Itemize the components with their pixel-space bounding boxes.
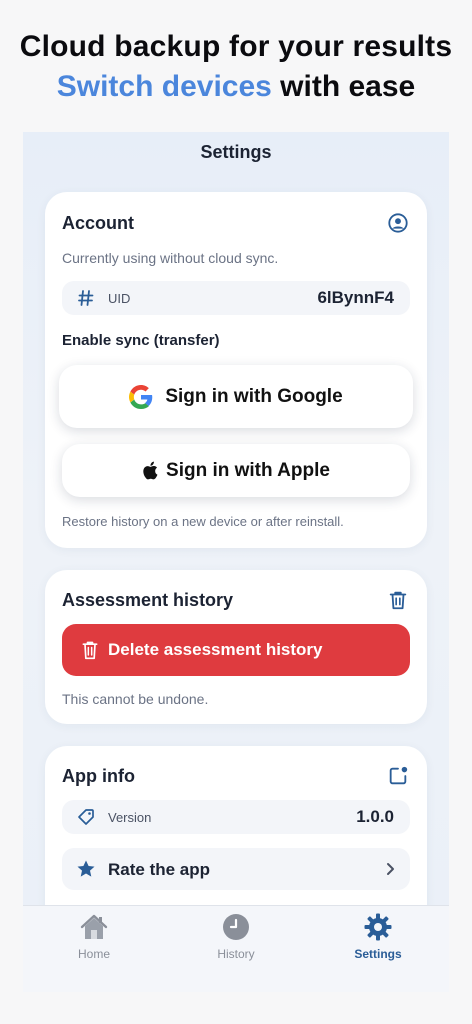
tab-settings[interactable]: Settings xyxy=(328,912,428,961)
notification-square-icon[interactable] xyxy=(387,765,409,787)
version-label: Version xyxy=(108,810,152,825)
sync-heading: Enable sync (transfer) xyxy=(62,332,220,349)
home-icon xyxy=(80,914,108,939)
promo-line-2: Switch devices with ease xyxy=(0,70,472,104)
history-note: This cannot be undone. xyxy=(62,691,209,707)
phone-screen: Settings Account Currently using without… xyxy=(23,132,449,992)
rate-app-label: Rate the app xyxy=(108,860,211,879)
apple-signin-button[interactable]: Sign in with Apple xyxy=(62,444,410,497)
chevron-right-icon xyxy=(387,863,394,875)
history-card: Assessment history Delete assessment his… xyxy=(45,570,427,724)
promo-rest-text: with ease xyxy=(271,70,416,103)
hash-icon xyxy=(78,290,94,306)
tab-bar: Home History Settings xyxy=(23,905,449,992)
tab-history[interactable]: History xyxy=(186,912,286,961)
delete-history-button[interactable]: Delete assessment history xyxy=(62,624,410,676)
version-value: 1.0.0 xyxy=(356,807,394,826)
account-card: Account Currently using without cloud sy… xyxy=(45,192,427,548)
user-circle-icon[interactable] xyxy=(387,212,409,234)
google-logo-icon xyxy=(129,384,153,409)
page-title: Settings xyxy=(200,142,272,162)
version-row: Version 1.0.0 xyxy=(62,800,410,834)
delete-history-label: Delete assessment history xyxy=(108,640,323,659)
google-signin-label: Sign in with Google xyxy=(165,385,343,407)
tab-settings-label: Settings xyxy=(354,947,402,961)
trash-icon[interactable] xyxy=(387,589,409,611)
clock-icon xyxy=(223,914,249,940)
account-status: Currently using without cloud sync. xyxy=(62,250,279,266)
google-signin-button[interactable]: Sign in with Google xyxy=(59,365,413,428)
tab-history-label: History xyxy=(217,947,255,961)
tag-icon xyxy=(78,809,94,825)
gear-icon xyxy=(364,913,392,941)
uid-value: 6lBynnF4 xyxy=(317,288,394,307)
uid-label: UID xyxy=(108,291,131,306)
rate-app-row[interactable]: Rate the app xyxy=(62,848,410,890)
apple-signin-label: Sign in with Apple xyxy=(166,459,330,481)
promo-line-1: Cloud backup for your results xyxy=(19,30,453,63)
tab-home-label: Home xyxy=(77,947,110,961)
star-icon xyxy=(77,860,95,877)
history-title: Assessment history xyxy=(62,590,234,610)
apple-logo-icon xyxy=(143,461,158,480)
account-title: Account xyxy=(62,213,134,233)
trash-icon xyxy=(82,641,98,660)
tab-home[interactable]: Home xyxy=(44,912,144,961)
promo-accent-text: Switch devices xyxy=(56,70,272,103)
app-info-title: App info xyxy=(62,766,135,786)
account-note: Restore history on a new device or after… xyxy=(62,514,344,529)
uid-row: UID 6lBynnF4 xyxy=(62,281,410,315)
promo-header: Cloud backup for your results Switch dev… xyxy=(0,0,472,132)
